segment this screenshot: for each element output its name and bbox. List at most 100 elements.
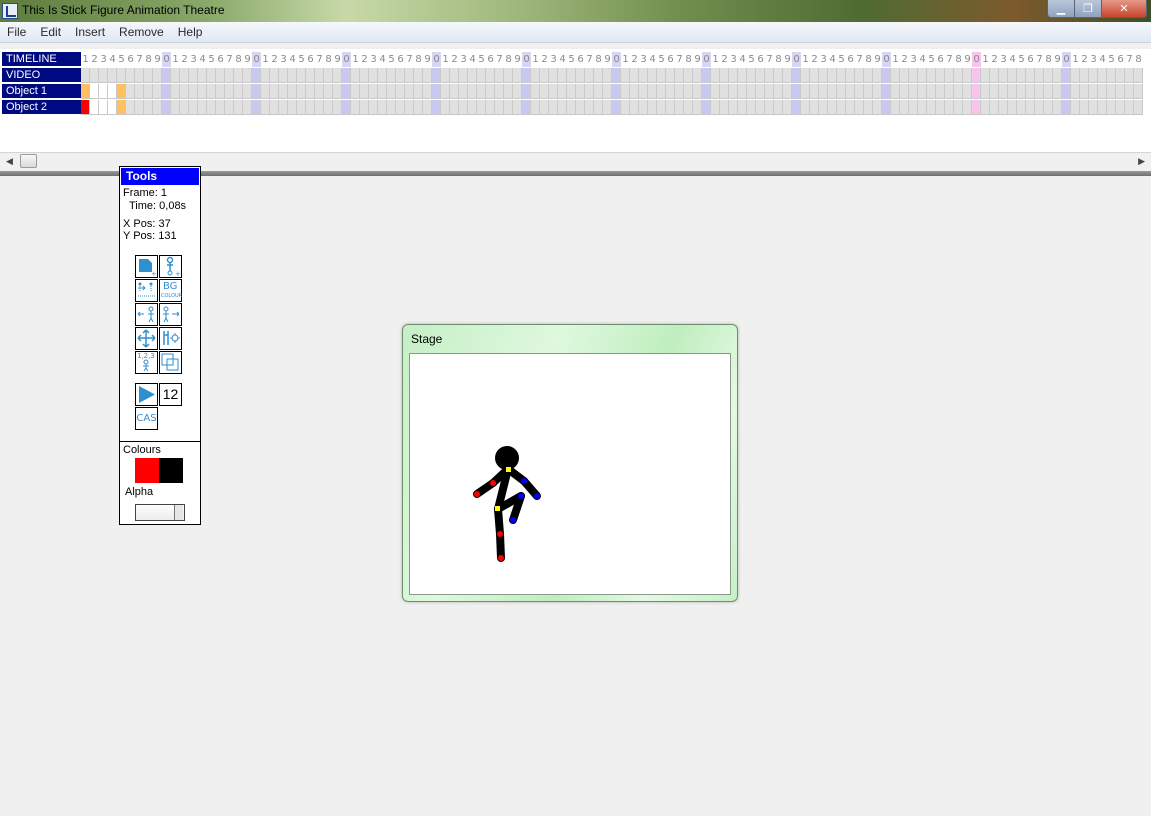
frame-cell[interactable] <box>297 68 306 83</box>
frame-cell[interactable] <box>1017 68 1026 83</box>
frame-cell[interactable] <box>216 68 225 83</box>
frame-cell[interactable] <box>972 84 981 99</box>
frame-cell[interactable] <box>909 68 918 83</box>
frame-cell[interactable] <box>180 84 189 99</box>
frame-cell[interactable] <box>1125 100 1134 115</box>
frame-cell[interactable] <box>162 84 171 99</box>
frame-cell[interactable] <box>198 100 207 115</box>
frame-cell[interactable] <box>1044 68 1053 83</box>
frame-cell[interactable] <box>135 68 144 83</box>
frame-cell[interactable] <box>846 84 855 99</box>
frame-cell[interactable] <box>414 68 423 83</box>
frame-cell[interactable] <box>333 68 342 83</box>
stage-canvas[interactable] <box>409 353 731 595</box>
frame-cell[interactable] <box>1098 100 1107 115</box>
frame-cell[interactable] <box>963 84 972 99</box>
frame-cell[interactable] <box>819 84 828 99</box>
frame-cell[interactable] <box>1017 84 1026 99</box>
frame-cell[interactable] <box>738 68 747 83</box>
frame-cell[interactable] <box>441 84 450 99</box>
frame-cell[interactable] <box>621 68 630 83</box>
frame-cell[interactable] <box>90 68 99 83</box>
frame-cell[interactable] <box>378 84 387 99</box>
frame-cell[interactable] <box>792 68 801 83</box>
frame-cell[interactable] <box>495 84 504 99</box>
frame-cell[interactable] <box>927 68 936 83</box>
frame-cell[interactable] <box>450 84 459 99</box>
frame-cell[interactable] <box>927 84 936 99</box>
frame-cell[interactable] <box>126 84 135 99</box>
frame-cell[interactable] <box>225 68 234 83</box>
frame-cell[interactable] <box>882 68 891 83</box>
frame-cell[interactable] <box>639 68 648 83</box>
frame-cell[interactable] <box>990 84 999 99</box>
frame-cell[interactable] <box>369 100 378 115</box>
frame-cell[interactable] <box>693 68 702 83</box>
frame-cell[interactable] <box>891 68 900 83</box>
frame-cell[interactable] <box>720 100 729 115</box>
frame-cell[interactable] <box>963 100 972 115</box>
frame-cell[interactable] <box>918 84 927 99</box>
frame-cell[interactable] <box>720 68 729 83</box>
frame-cell[interactable] <box>513 100 522 115</box>
frame-cell[interactable] <box>342 68 351 83</box>
frame-cell[interactable] <box>810 100 819 115</box>
frame-cell[interactable] <box>162 100 171 115</box>
frame-cell[interactable] <box>207 68 216 83</box>
frame-cell[interactable] <box>891 100 900 115</box>
frame-cell[interactable] <box>891 84 900 99</box>
frame-cell[interactable] <box>585 100 594 115</box>
frame-cell[interactable] <box>1026 100 1035 115</box>
frame-cell[interactable] <box>639 84 648 99</box>
frame-cell[interactable] <box>504 84 513 99</box>
stage-title[interactable]: Stage <box>411 332 442 346</box>
frame-cell[interactable] <box>522 100 531 115</box>
frame-cell[interactable] <box>486 100 495 115</box>
frame-cell[interactable] <box>1071 68 1080 83</box>
frame-cell[interactable] <box>450 68 459 83</box>
frame-cell[interactable] <box>702 68 711 83</box>
frame-cell[interactable] <box>666 84 675 99</box>
frame-cell[interactable] <box>846 100 855 115</box>
frame-cell[interactable] <box>612 68 621 83</box>
frame-cell[interactable] <box>378 68 387 83</box>
frame-cell[interactable] <box>297 84 306 99</box>
frame-cell[interactable] <box>684 84 693 99</box>
frame-cell[interactable] <box>603 84 612 99</box>
frame-cell[interactable] <box>1008 100 1017 115</box>
frame-cell[interactable] <box>288 100 297 115</box>
frame-cell[interactable] <box>1089 100 1098 115</box>
frame-cell[interactable] <box>954 68 963 83</box>
flip-figure-icon[interactable] <box>159 303 182 326</box>
frame-cell[interactable] <box>1107 84 1116 99</box>
frame-cell[interactable] <box>936 68 945 83</box>
frame-cell[interactable] <box>225 100 234 115</box>
frame-cell[interactable] <box>1107 100 1116 115</box>
frame-cell[interactable] <box>153 68 162 83</box>
frame-cell[interactable] <box>558 100 567 115</box>
frame-cell[interactable] <box>585 84 594 99</box>
frame-cell[interactable] <box>963 68 972 83</box>
frame-cell[interactable] <box>90 84 99 99</box>
frame-cell[interactable] <box>945 100 954 115</box>
edit-figure-icon[interactable] <box>159 327 182 350</box>
frame-cell[interactable] <box>351 84 360 99</box>
frame-cell[interactable] <box>657 84 666 99</box>
frame-cell[interactable] <box>153 84 162 99</box>
frame-cell[interactable] <box>486 84 495 99</box>
frame-cell[interactable] <box>990 68 999 83</box>
frame-cell[interactable] <box>882 100 891 115</box>
frame-cell[interactable] <box>1062 100 1071 115</box>
frame-cell[interactable] <box>432 68 441 83</box>
frame-cell[interactable] <box>765 100 774 115</box>
frame-cell[interactable] <box>972 100 981 115</box>
close-button[interactable]: ✕ <box>1101 0 1147 18</box>
frame-cell[interactable] <box>171 100 180 115</box>
frame-cell[interactable] <box>333 100 342 115</box>
frame-cell[interactable] <box>270 68 279 83</box>
frame-cell[interactable] <box>792 100 801 115</box>
frame-cell[interactable] <box>171 68 180 83</box>
tools-title[interactable]: Tools <box>121 168 199 185</box>
frame-cell[interactable] <box>522 84 531 99</box>
frame-cell[interactable] <box>747 68 756 83</box>
